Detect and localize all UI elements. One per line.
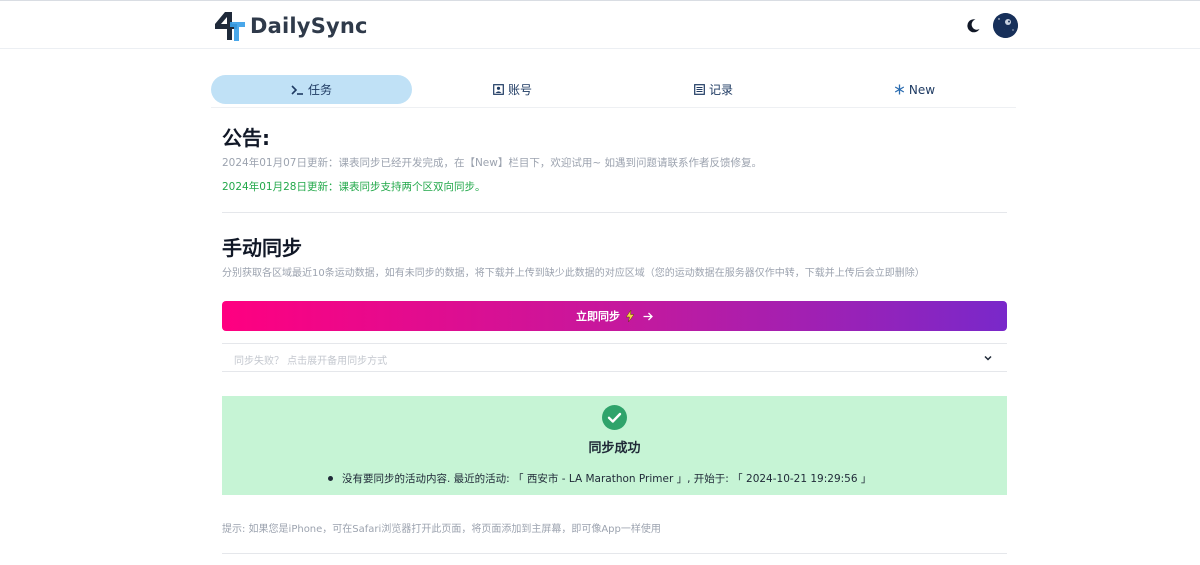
fallback-sync-toggle[interactable]: 同步失败？ 点击展开备用同步方式 — [222, 343, 1007, 372]
brand-logo-icon — [215, 12, 245, 41]
tab-records[interactable]: 记录 — [613, 75, 814, 104]
tab-new[interactable]: New — [814, 75, 1015, 104]
announcement-line-1: 2024年01月07日更新：课表同步已经开发完成，在【New】栏目下，欢迎试用~… — [222, 157, 762, 169]
lightning-icon — [625, 310, 635, 322]
avatar-image-icon — [993, 13, 1018, 38]
tab-tasks[interactable]: 任务 — [211, 75, 412, 104]
top-navbar: DailySync — [0, 0, 1200, 49]
tab-tasks-label: 任务 — [307, 83, 332, 97]
arrow-right-icon — [643, 312, 653, 321]
manual-sync-description: 分别获取各区域最近10条运动数据，如有未同步的数据，将下载并上传到缺少此数据的对… — [222, 268, 925, 279]
main-tabs: 任务 账号 记录 New — [211, 75, 1016, 108]
sync-result-title: 同步成功 — [588, 441, 641, 456]
moon-icon[interactable] — [964, 17, 982, 35]
tab-records-label: 记录 — [708, 83, 733, 97]
account-icon — [493, 84, 504, 95]
brand-name: DailySync — [250, 14, 368, 38]
chevron-down-icon — [984, 355, 992, 361]
avatar[interactable] — [993, 13, 1018, 38]
bullet-icon — [328, 476, 333, 481]
snowflake-icon — [894, 84, 905, 95]
fallback-sync-label: 同步失败？ 点击展开备用同步方式 — [234, 356, 388, 367]
tip-text: 提示: 如果您是iPhone，可在Safari浏览器打开此页面，将页面添加到主屏… — [222, 524, 661, 535]
section-divider — [222, 212, 1007, 213]
announcement-line-2: 2024年01月28日更新：课表同步支持两个区双向同步。 — [222, 181, 486, 193]
check-circle-icon — [602, 405, 627, 430]
sync-result-message: 没有要同步的活动内容. 最近的活动: 「 西安市 - LA Marathon P… — [342, 473, 872, 485]
footer-divider — [222, 553, 1007, 554]
sync-result-item: 没有要同步的活动内容. 最近的活动: 「 西安市 - LA Marathon P… — [328, 471, 871, 486]
tab-account-label: 账号 — [507, 83, 532, 97]
sync-now-label: 立即同步 — [576, 311, 620, 323]
sync-result-panel: 同步成功 没有要同步的活动内容. 最近的活动: 「 西安市 - LA Marat… — [222, 396, 1007, 495]
brand[interactable]: DailySync — [213, 10, 368, 42]
sync-now-button[interactable]: 立即同步 — [222, 301, 1007, 331]
tab-account[interactable]: 账号 — [412, 75, 613, 104]
list-icon — [694, 84, 705, 95]
tab-new-label: New — [908, 82, 936, 97]
terminal-icon — [291, 84, 304, 95]
manual-sync-title: 手动同步 — [222, 236, 302, 260]
announcement-title: 公告: — [222, 126, 270, 150]
